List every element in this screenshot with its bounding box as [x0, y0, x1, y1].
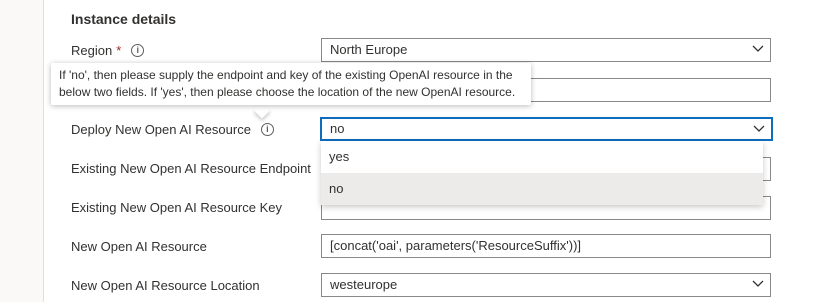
dropdown-option-yes[interactable]: yes [321, 141, 763, 173]
required-marker: * [116, 43, 122, 58]
key-label-text: Existing New Open AI Resource Key [71, 200, 282, 215]
dropdown-option-no[interactable]: no [321, 173, 763, 205]
location-label: New Open AI Resource Location [71, 278, 260, 293]
info-icon[interactable]: i [260, 123, 274, 136]
section-title: Instance details [71, 11, 177, 27]
new-resource-label: New Open AI Resource [71, 239, 207, 254]
tooltip-line-2: below two fields. If 'yes', then please … [59, 85, 516, 99]
location-select[interactable]: westeurope [321, 273, 771, 297]
chevron-down-icon [752, 45, 764, 55]
key-label: Existing New Open AI Resource Key [71, 200, 282, 215]
deploy-label-text: Deploy New Open AI Resource [71, 122, 251, 137]
chevron-down-icon [753, 125, 765, 135]
region-label-text: Region [71, 43, 113, 58]
chevron-down-icon [752, 280, 764, 290]
deploy-dropdown-list: yes no [321, 141, 763, 205]
new-resource-input-value: [concat('oai', parameters('ResourceSuffi… [330, 238, 582, 253]
deploy-select-value: no [330, 121, 345, 136]
info-icon[interactable]: i [131, 44, 145, 57]
deploy-label: Deploy New Open AI Resource i [71, 122, 274, 137]
endpoint-label: Existing New Open AI Resource Endpoint [71, 161, 311, 176]
endpoint-label-text: Existing New Open AI Resource Endpoint [71, 161, 311, 176]
region-select-value: North Europe [330, 42, 408, 57]
left-rail [0, 0, 44, 302]
region-select[interactable]: North Europe [321, 38, 771, 62]
new-resource-input[interactable]: [concat('oai', parameters('ResourceSuffi… [321, 234, 771, 258]
new-resource-label-text: New Open AI Resource [71, 239, 207, 254]
location-select-value: westeurope [330, 277, 398, 292]
location-label-text: New Open AI Resource Location [71, 278, 260, 293]
tooltip-line-1: If 'no', then please supply the endpoint… [59, 68, 513, 82]
info-tooltip: If 'no', then please supply the endpoint… [51, 63, 531, 105]
deploy-select[interactable]: no [320, 117, 773, 141]
region-label: Region * i [71, 43, 145, 58]
